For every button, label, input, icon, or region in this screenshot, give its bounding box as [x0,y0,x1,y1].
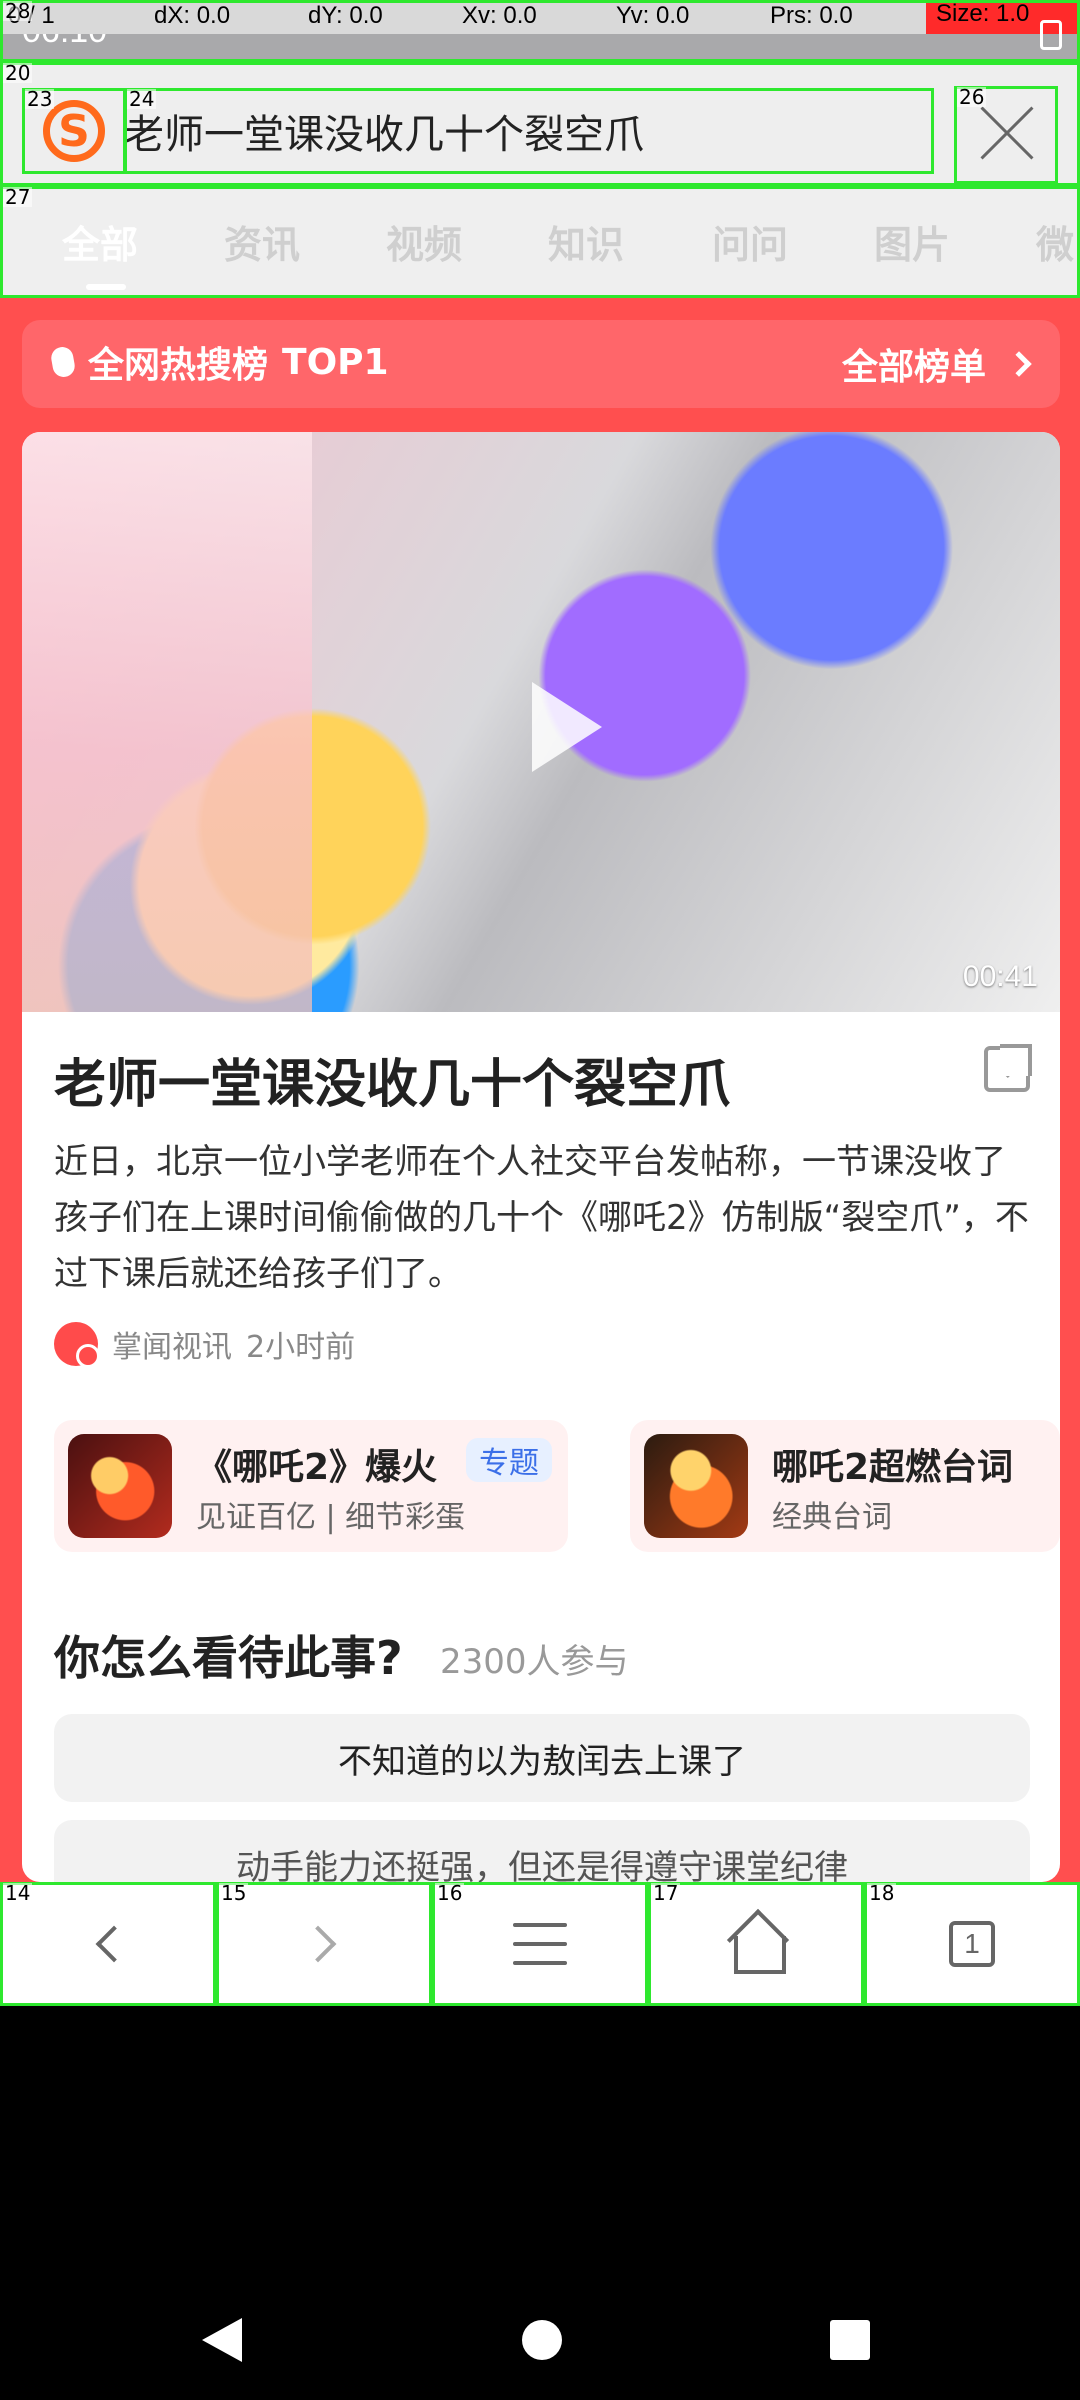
topic-title: 《哪吒2》爆火 [196,1447,438,1488]
tabs-icon: 1 [949,1921,995,1967]
sogou-logo[interactable]: S [22,88,126,174]
close-button[interactable] [956,86,1058,180]
tab-news[interactable]: 资讯 [224,214,300,269]
signal-icon [994,22,1030,48]
nav-recents-icon[interactable] [830,2320,870,2360]
search-bar: S 老师一堂课没收几十个裂空爪 [0,62,1080,186]
poll-participants: 2300人参与 [440,1642,629,1682]
poll-question: 你怎么看待此事? [54,1631,403,1685]
topic-card-1[interactable]: 《哪吒2》爆火 见证百亿 | 细节彩蛋 专题 [54,1420,568,1552]
nav-back-icon[interactable] [202,2318,242,2362]
result-title[interactable]: 老师一堂课没收几十个裂空爪 [54,1042,954,1117]
hot-left-label: 全网热搜榜 [88,345,269,386]
tab-more[interactable]: 微 [1036,214,1074,269]
topic-thumbnail [68,1434,172,1538]
play-icon[interactable] [532,682,602,772]
search-query-title[interactable]: 老师一堂课没收几十个裂空爪 [124,88,934,174]
publish-time: 2小时前 [246,1330,356,1365]
poll-option[interactable]: 动手能力还挺强，但还是得遵守课堂纪律 [54,1820,1030,1882]
topic-subtitle: 见证百亿 | 细节彩蛋 [196,1500,466,1535]
pointer-info-bar: 0 / 1 dX: 0.0 dY: 0.0 Xv: 0.0 Yv: 0.0 Pr… [0,0,1080,34]
tab-images[interactable]: 图片 [874,214,950,269]
topic-thumbnail [644,1434,748,1538]
chevron-right-icon [299,1925,337,1963]
video-duration: 00:41 [962,960,1038,993]
pointer-pressure: Prs: 0.0 [770,2,853,29]
video-thumbnail[interactable]: 00:41 [22,432,1060,1012]
nav-home-icon[interactable] [522,2320,562,2360]
tab-knowledge[interactable]: 知识 [548,214,624,269]
all-rankings-link[interactable]: 全部榜单 [841,338,1032,390]
result-description: 近日，北京一位小学老师在个人社交平台发帖称，一节课没收了孩子们在上课时间偷偷做的… [54,1142,1029,1294]
topic-card-2[interactable]: 哪吒2超燃台词 经典台词 [630,1420,1060,1552]
forward-button[interactable] [216,1882,432,2006]
hot-rank: TOP1 [282,341,389,383]
sogou-s-logo-icon: S [43,100,105,162]
pointer-yv: Yv: 0.0 [616,2,690,29]
close-icon [981,107,1033,159]
share-icon[interactable] [984,1044,1032,1092]
chevron-right-icon [1006,351,1032,377]
poll-option[interactable]: 不知道的以为敖闰去上课了 [54,1714,1030,1802]
android-nav-bar [0,2006,1080,2400]
tabs-button[interactable]: 1 [864,1882,1080,2006]
source-row: 掌闻视讯 2小时前 [54,1322,356,1368]
battery-icon [1040,20,1062,50]
chevron-left-icon [95,1925,133,1963]
source-logo-icon [54,1322,100,1368]
category-tabs: 全部 资讯 视频 知识 问问 图片 微 [0,186,1080,298]
topic-badge: 专题 [466,1438,552,1482]
results-page-inner: 全网热搜榜 TOP1 全部榜单 00:41 老师一堂课没收几十个裂空爪 近日，北… [0,298,1080,1882]
status-bar: 06:10 0 / 1 dX: 0.0 dY: 0.0 Xv: 0.0 Yv: … [0,0,1080,62]
home-icon [728,1918,786,1974]
pointer-dx: dX: 0.0 [154,2,231,29]
tab-all[interactable]: 全部 [62,214,138,269]
tab-qa[interactable]: 问问 [712,214,788,269]
pointer-dy: dY: 0.0 [308,2,383,29]
home-button[interactable] [648,1882,864,2006]
back-button[interactable] [0,1882,216,2006]
all-rankings-label: 全部榜单 [841,347,986,388]
hot-left: 全网热搜榜 TOP1 [49,336,389,388]
menu-button[interactable] [432,1882,648,2006]
status-icons [994,18,1062,52]
topic-title: 哪吒2超燃台词 [772,1447,1014,1488]
active-tab-indicator [86,284,126,290]
result-card[interactable]: 00:41 老师一堂课没收几十个裂空爪 近日，北京一位小学老师在个人社交平台发帖… [22,432,1060,1882]
source-name[interactable]: 掌闻视讯 [112,1322,232,1366]
menu-icon [513,1923,567,1965]
pointer-index: 0 / 1 [8,2,55,29]
tab-video[interactable]: 视频 [386,214,462,269]
fire-icon [49,345,77,379]
browser-toolbar: 1 [0,1882,1080,2006]
results-page: 全网热搜榜 TOP1 全部榜单 00:41 老师一堂课没收几十个裂空爪 近日，北… [0,298,1080,1882]
topic-subtitle: 经典台词 [772,1500,892,1535]
pointer-xv: Xv: 0.0 [462,2,537,29]
hot-search-banner[interactable]: 全网热搜榜 TOP1 全部榜单 [22,320,1060,408]
